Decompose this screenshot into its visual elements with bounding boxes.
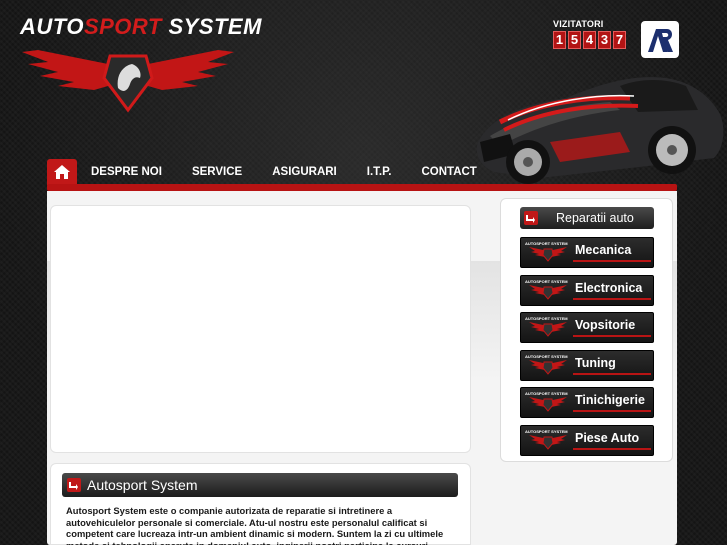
- service-label: Mecanica: [575, 243, 632, 257]
- ar-logo-icon: [648, 28, 673, 52]
- service-underline: [573, 373, 651, 375]
- service-button-tinichigerie[interactable]: AUTOSPORT SYSTEM Tinichigerie: [520, 387, 654, 418]
- about-title: Autosport System: [87, 477, 198, 493]
- service-button-mecanica[interactable]: AUTOSPORT SYSTEM Mecanica: [520, 237, 654, 268]
- nav-item-itp[interactable]: I.T.P.: [352, 159, 407, 185]
- service-button-piese-auto[interactable]: AUTOSPORT SYSTEM Piese Auto: [520, 425, 654, 456]
- nav-item-service[interactable]: SERVICE: [177, 159, 257, 185]
- mini-logo-text: AUTOSPORT SYSTEM: [525, 279, 568, 284]
- service-button-electronica[interactable]: AUTOSPORT SYSTEM Electronica: [520, 275, 654, 306]
- service-label: Tinichigerie: [575, 393, 645, 407]
- service-underline: [573, 448, 651, 450]
- service-button-tuning[interactable]: AUTOSPORT SYSTEM Tuning: [520, 350, 654, 381]
- visitor-counter-label: VIZITATORI: [553, 19, 604, 29]
- car-illustration: [476, 77, 724, 184]
- slider-area: [50, 205, 471, 453]
- visitor-counter: VIZITATORI 1 5 4 3 7: [553, 19, 626, 49]
- arrow-return-icon: [67, 478, 81, 492]
- service-underline: [573, 410, 651, 412]
- ar-badge[interactable]: [641, 21, 679, 58]
- nav-item-despre-noi[interactable]: DESPRE NOI: [81, 159, 177, 185]
- main-nav: DESPRE NOI SERVICE ASIGURARI I.T.P. CONT…: [47, 158, 488, 185]
- home-icon: [54, 164, 70, 179]
- mini-logo-text: AUTOSPORT SYSTEM: [525, 429, 568, 434]
- about-text: Autosport System este o companie autoriz…: [66, 505, 444, 545]
- service-button-vopsitorie[interactable]: AUTOSPORT SYSTEM Vopsitorie: [520, 312, 654, 343]
- mini-logo-icon: [529, 247, 567, 262]
- service-label: Vopsitorie: [575, 318, 636, 332]
- nav-item-asigurari[interactable]: ASIGURARI: [257, 159, 352, 185]
- visitor-digit: 1: [553, 31, 566, 49]
- service-label: Piese Auto: [575, 431, 640, 445]
- nav-home-button[interactable]: [47, 158, 77, 185]
- mini-logo-icon: [529, 285, 567, 300]
- nav-item-contact[interactable]: CONTACT: [406, 159, 487, 185]
- nav-red-bar: [47, 184, 677, 191]
- service-underline: [573, 260, 651, 262]
- mini-logo-text: AUTOSPORT SYSTEM: [525, 316, 568, 321]
- service-underline: [573, 335, 651, 337]
- service-label: Tuning: [575, 356, 616, 370]
- wings-emblem-icon: [22, 50, 234, 113]
- arrow-return-icon: [524, 211, 538, 225]
- mini-logo-icon: [529, 435, 567, 450]
- about-header: Autosport System: [62, 473, 458, 497]
- mini-logo-text: AUTOSPORT SYSTEM: [525, 354, 568, 359]
- visitor-digit: 4: [583, 31, 596, 49]
- service-underline: [573, 298, 651, 300]
- mini-logo-icon: [529, 322, 567, 337]
- service-label: Electronica: [575, 281, 643, 295]
- mini-logo-icon: [529, 360, 567, 375]
- visitor-digit: 3: [598, 31, 611, 49]
- reparatii-auto-header[interactable]: Reparatii auto: [520, 207, 654, 229]
- visitor-digit: 7: [613, 31, 626, 49]
- mini-logo-icon: [529, 397, 567, 412]
- mini-logo-text: AUTOSPORT SYSTEM: [525, 391, 568, 396]
- site-logo[interactable]: AUTOSPORT SYSTEM: [18, 14, 261, 114]
- mini-logo-text: AUTOSPORT SYSTEM: [525, 241, 568, 246]
- reparatii-auto-label: Reparatii auto: [556, 211, 634, 225]
- visitor-digit: 5: [568, 31, 581, 49]
- logo-text: AUTOSPORT SYSTEM: [20, 14, 262, 39]
